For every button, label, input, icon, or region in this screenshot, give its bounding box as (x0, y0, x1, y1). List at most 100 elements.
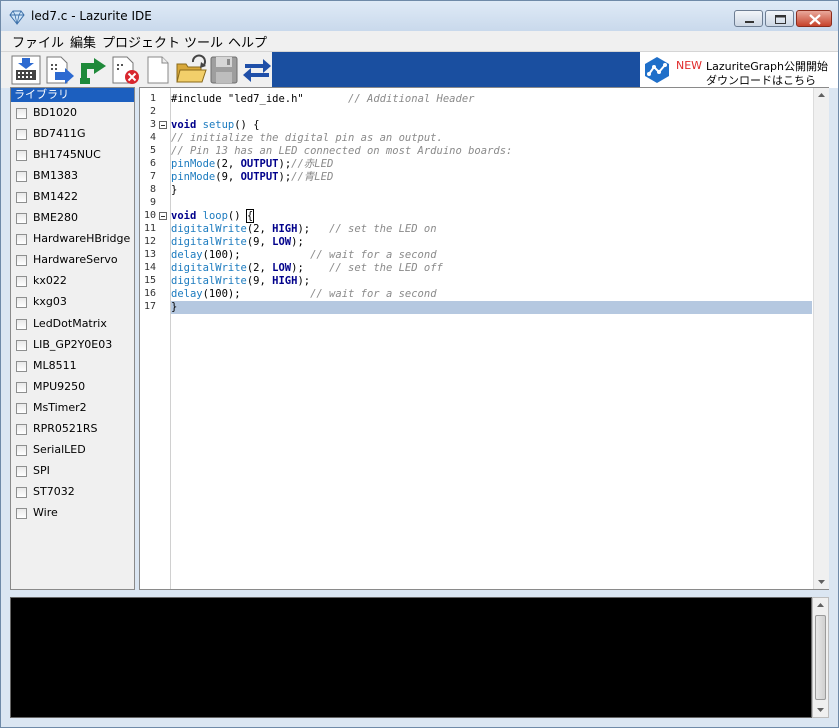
library-checkbox[interactable] (16, 150, 27, 162)
library-checkbox[interactable] (16, 360, 27, 372)
constant: LOW (272, 236, 292, 248)
minimize-button[interactable] (734, 10, 763, 27)
library-item[interactable]: MPU9250 (16, 379, 134, 397)
library-checkbox[interactable] (16, 171, 27, 183)
fold-marker-setup[interactable] (159, 121, 167, 129)
library-item[interactable]: BH1745NUC (16, 147, 134, 165)
console-scrollbar[interactable] (812, 597, 829, 718)
library-item[interactable]: BD1020 (16, 105, 134, 123)
library-item[interactable]: SerialLED (16, 442, 134, 460)
library-checkbox[interactable] (16, 465, 27, 477)
library-item-label: MsTimer2 (33, 400, 87, 414)
library-checkbox[interactable] (16, 402, 27, 414)
keyword: void (171, 210, 197, 222)
code-editor[interactable]: 1 2 3 4 5 6 7 8 9 10 11 12 13 14 15 16 17 #include "led7… (139, 87, 829, 590)
close-button[interactable] (796, 10, 832, 27)
library-item[interactable]: MsTimer2 (16, 400, 134, 418)
library-checkbox[interactable] (16, 423, 27, 435)
console-scroll-up-icon[interactable] (813, 598, 828, 613)
console-scroll-down-icon[interactable] (813, 702, 828, 717)
line-number: 14 (143, 262, 156, 273)
editor-scrollbar[interactable] (813, 88, 829, 589)
library-item[interactable]: RPR0521RS (16, 421, 134, 439)
code-line-8[interactable]: } (171, 184, 812, 197)
code-line-15[interactable]: digitalWrite(9, HIGH); (171, 275, 812, 288)
code-line-3[interactable]: void setup() { (171, 119, 812, 132)
library-item[interactable]: Wire (16, 505, 134, 523)
menu-help[interactable]: ヘルプ (228, 32, 267, 51)
library-item-label: ML8511 (33, 358, 77, 372)
output-console[interactable] (10, 597, 812, 718)
download-arrow-icon[interactable] (43, 54, 75, 86)
library-checkbox[interactable] (16, 339, 27, 351)
maximize-button[interactable] (765, 10, 794, 27)
menu-project[interactable]: プロジェクト (102, 32, 180, 51)
banner-download-link[interactable]: ダウンロードはこちら (706, 72, 816, 88)
line-number: 4 (149, 132, 156, 143)
library-item[interactable]: BME280 (16, 210, 134, 228)
library-item[interactable]: BD7411G (16, 126, 134, 144)
code-line-16[interactable]: delay(100); // wait for a second (171, 288, 812, 301)
graph-logo-icon (645, 57, 669, 83)
scroll-up-icon[interactable] (814, 88, 829, 103)
fold-marker-loop[interactable] (159, 212, 167, 220)
library-item[interactable]: ML8511 (16, 358, 134, 376)
reload-arrow-icon[interactable] (76, 54, 108, 86)
code-line-7[interactable]: pinMode(9, OUTPUT);//青LED (171, 171, 812, 184)
library-item[interactable]: LedDotMatrix (16, 316, 134, 334)
library-item[interactable]: SPI (16, 463, 134, 481)
code-line-5[interactable]: // Pin 13 has an LED connected on most A… (171, 145, 812, 158)
library-panel: ライブラリ BD1020 BD7411G BH1745NUC BM1383 BM1422… (10, 87, 135, 590)
code-line-10[interactable]: void loop() { (171, 209, 812, 223)
library-checkbox[interactable] (16, 276, 27, 288)
code-comment: // wait for a second (310, 288, 437, 300)
code-line-11[interactable]: digitalWrite(2, HIGH); // set the LED on (171, 223, 812, 236)
swap-arrows-icon[interactable] (241, 54, 273, 86)
library-checkbox[interactable] (16, 255, 27, 267)
library-checkbox[interactable] (16, 108, 27, 119)
library-item[interactable]: HardwareHBridge (16, 231, 134, 249)
library-checkbox[interactable] (16, 234, 27, 246)
library-checkbox[interactable] (16, 297, 27, 309)
library-item-label: SerialLED (33, 442, 86, 456)
upload-icon[interactable] (10, 54, 42, 86)
library-checkbox[interactable] (16, 381, 27, 393)
code-line-1[interactable]: #include "led7_ide.h" // Additional Head… (171, 93, 812, 106)
code-text: ); (297, 223, 311, 235)
save-icon[interactable] (208, 54, 240, 86)
library-checkbox[interactable] (16, 444, 27, 456)
library-checkbox[interactable] (16, 318, 27, 330)
menu-tools[interactable]: ツール (184, 32, 223, 51)
code-line-17-current[interactable]: } (171, 301, 812, 314)
library-item[interactable]: BM1422 (16, 189, 134, 207)
scroll-down-icon[interactable] (814, 574, 829, 589)
code-line-6[interactable]: pinMode(2, OUTPUT);//赤LED (171, 158, 812, 171)
code-line-12[interactable]: digitalWrite(9, LOW); (171, 236, 812, 249)
title-bar[interactable]: led7.c - Lazurite IDE (1, 1, 838, 31)
menu-edit[interactable]: 編集 (70, 32, 96, 51)
library-item[interactable]: BM1383 (16, 168, 134, 186)
line-number: 2 (149, 106, 156, 117)
console-scroll-thumb[interactable] (815, 615, 826, 700)
open-folder-icon[interactable] (175, 54, 207, 86)
library-checkbox[interactable] (16, 192, 27, 204)
library-checkbox[interactable] (16, 129, 27, 141)
function-name: digitalWrite (171, 262, 247, 274)
library-item[interactable]: LIB_GP2Y0E03 (16, 337, 134, 355)
library-checkbox[interactable] (16, 213, 27, 225)
library-item[interactable]: HardwareServo (16, 252, 134, 270)
code-line-14[interactable]: digitalWrite(2, LOW); // set the LED off (171, 262, 812, 275)
menu-file[interactable]: ファイル (12, 32, 64, 51)
library-item[interactable]: kx022 (16, 273, 134, 291)
code-line-13[interactable]: delay(100); // wait for a second (171, 249, 812, 262)
library-checkbox[interactable] (16, 507, 27, 519)
library-item[interactable]: kxg03 (16, 294, 134, 312)
library-item[interactable]: ST7032 (16, 484, 134, 502)
library-item-label: Wire (33, 505, 58, 519)
library-checkbox[interactable] (16, 486, 27, 498)
lazurite-graph-banner[interactable]: NEW LazuriteGraph公開開始 ダウンロードはこちら (272, 52, 838, 88)
code-text: (100); (202, 249, 241, 261)
code-line-4[interactable]: // initialize the digital pin as an outp… (171, 132, 812, 145)
close-file-icon[interactable] (109, 54, 141, 86)
new-file-icon[interactable] (142, 54, 174, 86)
